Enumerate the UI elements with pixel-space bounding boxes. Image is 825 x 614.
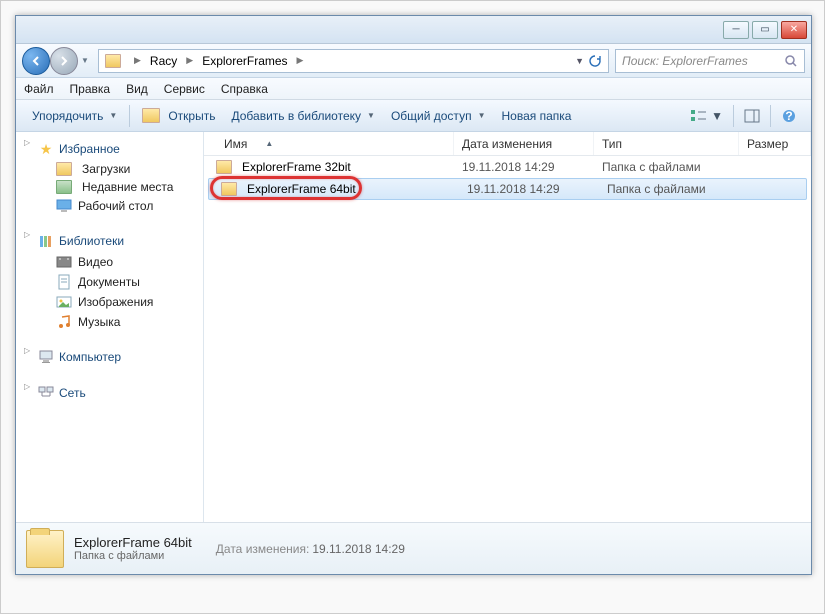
details-pane: ExplorerFrame 64bit Папка с файлами Дата…: [16, 522, 811, 574]
menu-help[interactable]: Справка: [221, 82, 268, 96]
details-subtitle: Папка с файлами: [74, 550, 192, 562]
column-type[interactable]: Тип: [594, 132, 739, 155]
minimize-button[interactable]: ─: [723, 21, 749, 39]
chevron-right-icon: ▶: [183, 55, 196, 66]
folder-icon: [216, 160, 232, 174]
table-row[interactable]: ExplorerFrame 64bit 19.11.2018 14:29 Пап…: [208, 178, 807, 200]
navbar: ▼ ▶ Racy ▶ ExplorerFrames ▶ ▼ Поиск: Exp…: [16, 44, 811, 78]
sidebar-computer[interactable]: Компьютер: [16, 346, 203, 368]
share-button[interactable]: Общий доступ▼: [383, 106, 494, 126]
menu-tools[interactable]: Сервис: [164, 82, 205, 96]
titlebar: ─ ▭ ✕: [16, 16, 811, 44]
sort-ascending-icon: ▲: [265, 139, 273, 148]
explorer-window: ─ ▭ ✕ ▼ ▶ Racy ▶ ExplorerFrames ▶ ▼: [15, 15, 812, 575]
computer-icon: [38, 349, 54, 365]
breadcrumb-explorerframes[interactable]: ExplorerFrames: [196, 50, 293, 72]
folder-icon: [105, 54, 121, 68]
search-icon: [784, 54, 798, 68]
music-icon: [56, 314, 72, 330]
file-list: Имя▲ Дата изменения Тип Размер ExplorerF…: [204, 132, 811, 522]
new-folder-button[interactable]: Новая папка: [493, 106, 579, 126]
menu-file[interactable]: Файл: [24, 82, 54, 96]
sidebar-item-desktop[interactable]: Рабочий стол: [16, 196, 203, 216]
documents-icon: [56, 274, 72, 290]
address-bar[interactable]: ▶ Racy ▶ ExplorerFrames ▶ ▼: [98, 49, 609, 73]
sidebar-item-documents[interactable]: Документы: [16, 272, 203, 292]
svg-text:?: ?: [785, 109, 792, 123]
folder-icon: [56, 162, 72, 176]
maximize-button[interactable]: ▭: [752, 21, 778, 39]
help-button[interactable]: ?: [775, 105, 803, 127]
open-button[interactable]: Открыть: [134, 105, 223, 126]
column-headers: Имя▲ Дата изменения Тип Размер: [204, 132, 811, 156]
add-to-library-button[interactable]: Добавить в библиотеку▼: [223, 106, 382, 126]
breadcrumb-racy[interactable]: Racy: [144, 50, 183, 72]
details-title: ExplorerFrame 64bit: [74, 535, 192, 550]
menu-view[interactable]: Вид: [126, 82, 148, 96]
details-date-label: Дата изменения:: [216, 542, 310, 556]
table-row[interactable]: ExplorerFrame 32bit 19.11.2018 14:29 Пап…: [204, 156, 811, 178]
column-date[interactable]: Дата изменения: [454, 132, 594, 155]
menubar: Файл Правка Вид Сервис Справка: [16, 78, 811, 100]
folder-icon: [26, 530, 64, 568]
chevron-right-icon[interactable]: ▷: [24, 138, 30, 147]
star-icon: ★: [38, 141, 54, 157]
search-input[interactable]: Поиск: ExplorerFrames: [615, 49, 805, 73]
network-icon: [38, 385, 54, 401]
chevron-right-icon[interactable]: ▷: [24, 382, 30, 391]
column-name[interactable]: Имя▲: [204, 132, 454, 155]
toolbar: Упорядочить▼ Открыть Добавить в библиоте…: [16, 100, 811, 132]
chevron-right-icon: ▶: [294, 55, 307, 66]
menu-edit[interactable]: Правка: [70, 82, 111, 96]
sidebar: ▷ ★Избранное Загрузки Недавние места Раб…: [16, 132, 204, 522]
details-date-value: 19.11.2018 14:29: [312, 542, 405, 556]
history-dropdown[interactable]: ▼: [78, 47, 92, 75]
close-button[interactable]: ✕: [781, 21, 807, 39]
chevron-down-icon[interactable]: ▼: [575, 56, 584, 66]
sidebar-libraries[interactable]: Библиотеки: [16, 230, 203, 252]
library-icon: [38, 233, 54, 249]
sidebar-item-video[interactable]: Видео: [16, 252, 203, 272]
video-icon: [56, 254, 72, 270]
chevron-right-icon[interactable]: ▷: [24, 230, 30, 239]
folder-icon: [142, 108, 160, 123]
sidebar-item-recent[interactable]: Недавние места: [16, 178, 203, 196]
folder-icon: [221, 182, 237, 196]
chevron-right-icon[interactable]: ▷: [24, 346, 30, 355]
images-icon: [56, 294, 72, 310]
column-size[interactable]: Размер: [739, 132, 811, 155]
organize-button[interactable]: Упорядочить▼: [24, 106, 125, 126]
chevron-right-icon: ▶: [131, 55, 144, 66]
sidebar-favorites[interactable]: ★Избранное: [16, 138, 203, 160]
view-options-button[interactable]: ▼: [684, 106, 729, 126]
sidebar-item-images[interactable]: Изображения: [16, 292, 203, 312]
sidebar-item-music[interactable]: Музыка: [16, 312, 203, 332]
back-button[interactable]: [22, 47, 50, 75]
sidebar-network[interactable]: Сеть: [16, 382, 203, 404]
forward-button[interactable]: [50, 47, 78, 75]
refresh-icon[interactable]: [588, 54, 602, 68]
preview-pane-button[interactable]: [738, 106, 766, 126]
desktop-icon: [56, 198, 72, 214]
folder-icon: [56, 180, 72, 194]
sidebar-item-downloads[interactable]: Загрузки: [16, 160, 203, 178]
